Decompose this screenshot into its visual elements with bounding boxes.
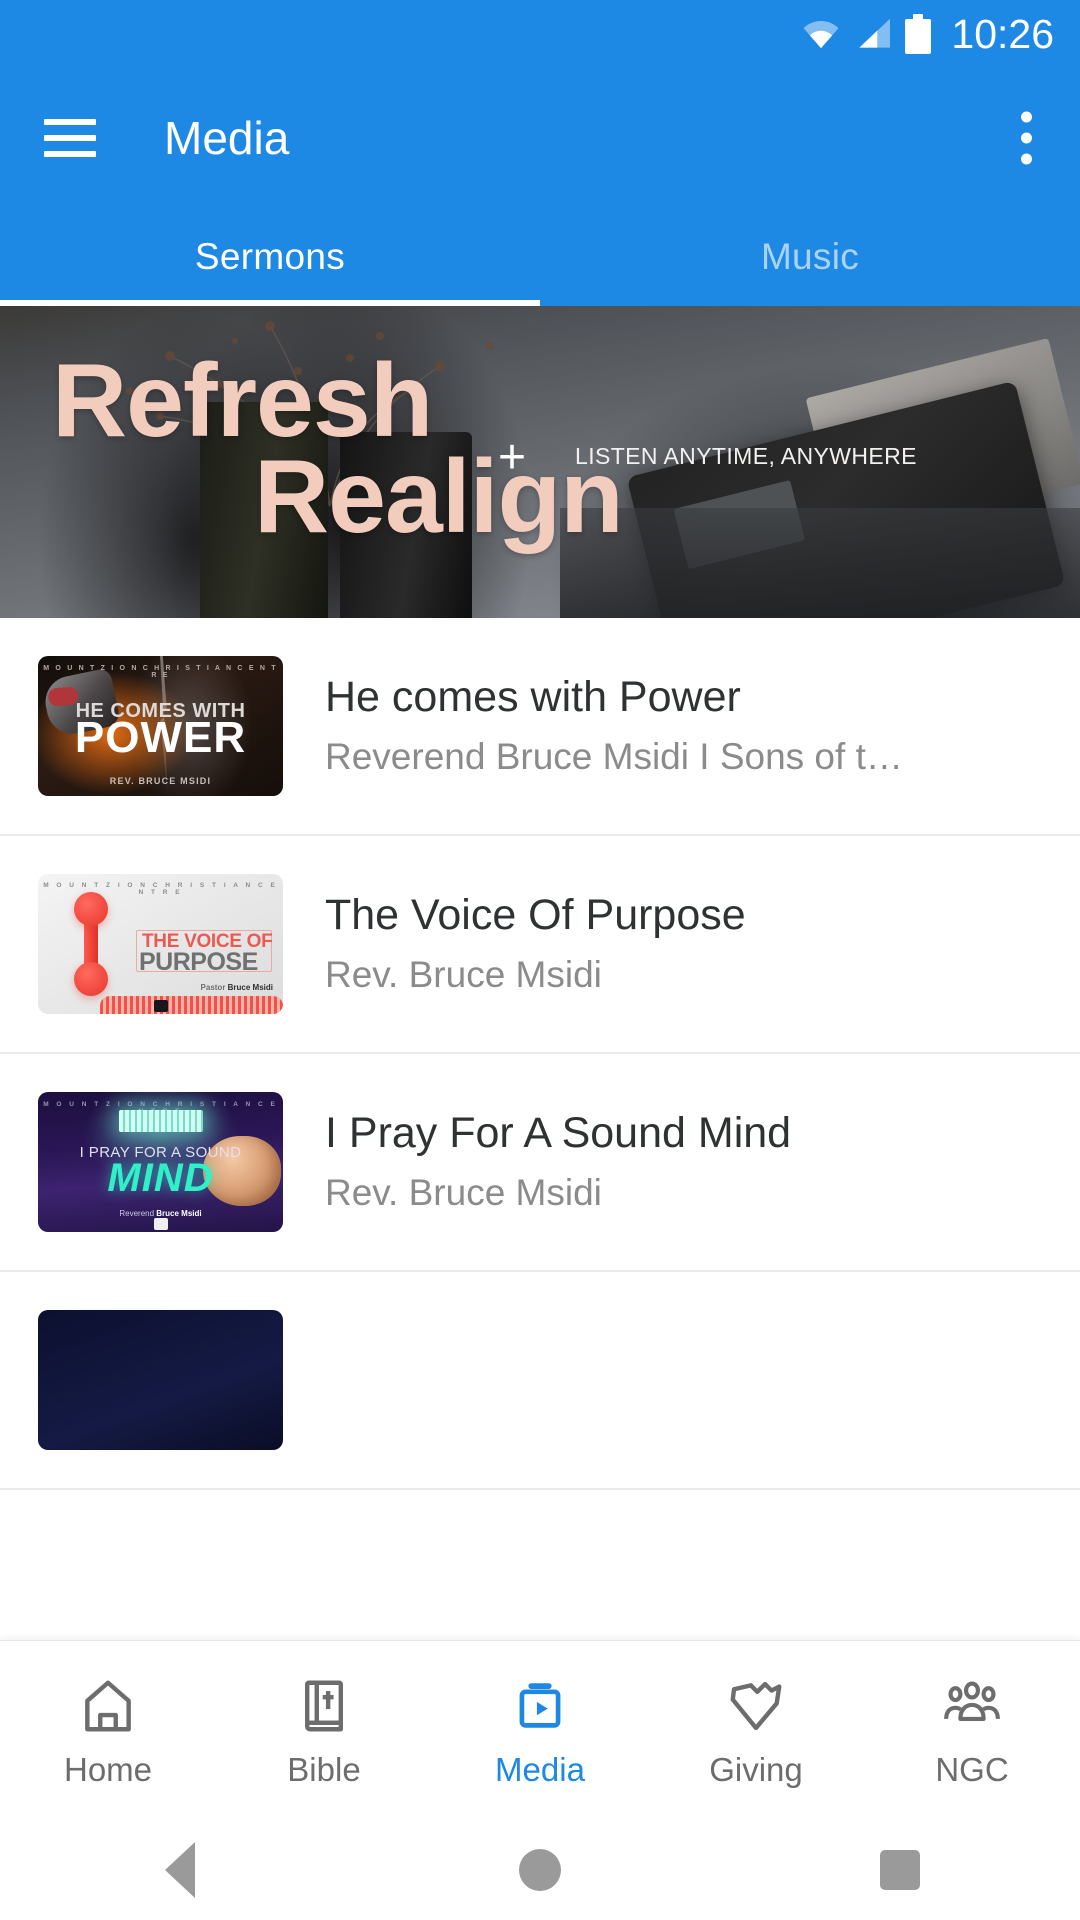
tab-music[interactable]: Music [540,208,1080,306]
sermon-list: M O U N T Z I O N C H R I S T I A N C E … [0,618,1080,1490]
sermon-subtitle: Reverend Bruce Msidi I Sons of t… [325,736,903,778]
sermon-thumbnail [38,1310,283,1450]
thumbnail-header: M O U N T Z I O N C H R I S T I A N C E … [43,665,278,679]
media-icon [509,1675,571,1737]
battery-icon [905,14,932,54]
page-title: Media [164,112,290,164]
nav-label-bible: Bible [287,1751,361,1788]
tab-sermons-label: Sermons [194,236,346,277]
tab-sermons[interactable]: Sermons [0,208,540,306]
thumbnail-logo [153,1000,168,1012]
app-bar: Media [0,68,1080,208]
banner-title: Refresh Realign [52,349,624,555]
status-bar-clock: 10:26 [951,10,1054,57]
more-vertical-icon[interactable] [1021,111,1032,165]
list-item-text: He comes with Power Reverend Bruce Msidi… [325,673,1054,779]
thumbnail-line2: PURPOSE [139,948,258,976]
group-icon [941,1675,1003,1737]
list-item[interactable]: M O U N T Z I O N C H R I S T I A N C E … [0,1054,1080,1272]
list-item-text: I Pray For A Sound Mind Rev. Bruce Msidi [325,1109,1054,1215]
thumbnail-logo [153,1218,168,1230]
nav-item-home[interactable]: Home [0,1675,216,1786]
home-circle-icon [519,1849,561,1891]
bottom-navigation-bar: Home Bible Media Giving NGC [0,1640,1080,1820]
giving-icon [725,1675,787,1737]
home-icon [77,1675,139,1737]
bible-icon [293,1675,355,1737]
tab-music-label: Music [760,236,860,277]
list-item[interactable]: M O U N T Z I O N C H R I S T I A N C E … [0,836,1080,1054]
banner-subtitle: LISTEN ANYTIME, ANYWHERE [575,443,917,469]
sermon-thumbnail: M O U N T Z I O N C H R I S T I A N C E … [38,874,283,1014]
list-item-text: The Voice Of Purpose Rev. Bruce Msidi [325,891,1054,997]
banner-plus-symbol: + [498,431,527,484]
list-item[interactable] [0,1272,1080,1490]
android-system-navigation [0,1820,1080,1920]
status-bar-icons [801,14,932,54]
recents-square-icon [880,1850,920,1890]
back-triangle-icon [165,1842,195,1898]
nav-label-home: Home [63,1751,153,1788]
nav-label-ngc: NGC [935,1751,1009,1788]
sermon-title: He comes with Power [325,673,741,721]
list-item[interactable]: M O U N T Z I O N C H R I S T I A N C E … [0,618,1080,836]
system-home-button[interactable] [360,1849,720,1891]
nav-item-giving[interactable]: Giving [648,1675,864,1786]
nav-item-bible[interactable]: Bible [216,1675,432,1786]
nav-item-ngc[interactable]: NGC [864,1675,1080,1786]
cellular-signal-icon [854,17,892,51]
banner-title-line2: Realign [254,438,624,555]
thumbnail-line3: REV. BRUCE MSIDI [109,776,212,786]
thumbnail-line2: MIND [107,1156,214,1200]
sermon-thumbnail: M O U N T Z I O N C H R I S T I A N C E … [38,1092,283,1232]
thumbnail-line2: POWER [74,713,247,762]
banner-cloth [560,508,1080,618]
nav-item-media[interactable]: Media [432,1675,648,1786]
sermon-subtitle: Rev. Bruce Msidi [325,954,602,996]
featured-banner[interactable]: Refresh Realign + LISTEN ANYTIME, ANYWHE… [0,306,1080,618]
system-back-button[interactable] [0,1842,360,1898]
hamburger-menu-icon[interactable] [44,119,96,157]
thumbnail-header: M O U N T Z I O N C H R I S T I A N C E … [43,882,278,896]
wifi-icon [801,17,841,51]
status-bar: 10:26 [0,0,1080,68]
nav-label-giving: Giving [709,1751,803,1788]
tab-bar: Sermons Music [0,208,1080,306]
sermon-thumbnail: M O U N T Z I O N C H R I S T I A N C E … [38,656,283,796]
thumbnail-line3: Pastor Bruce Msidi [200,983,273,992]
thumbnail-line3: Reverend Bruce Msidi [119,1209,202,1218]
sermon-title: I Pray For A Sound Mind [325,1109,792,1157]
sermon-title: The Voice Of Purpose [325,891,746,939]
sermon-subtitle: Rev. Bruce Msidi [325,1172,602,1214]
system-recents-button[interactable] [720,1850,1080,1890]
nav-label-media: Media [495,1751,585,1788]
